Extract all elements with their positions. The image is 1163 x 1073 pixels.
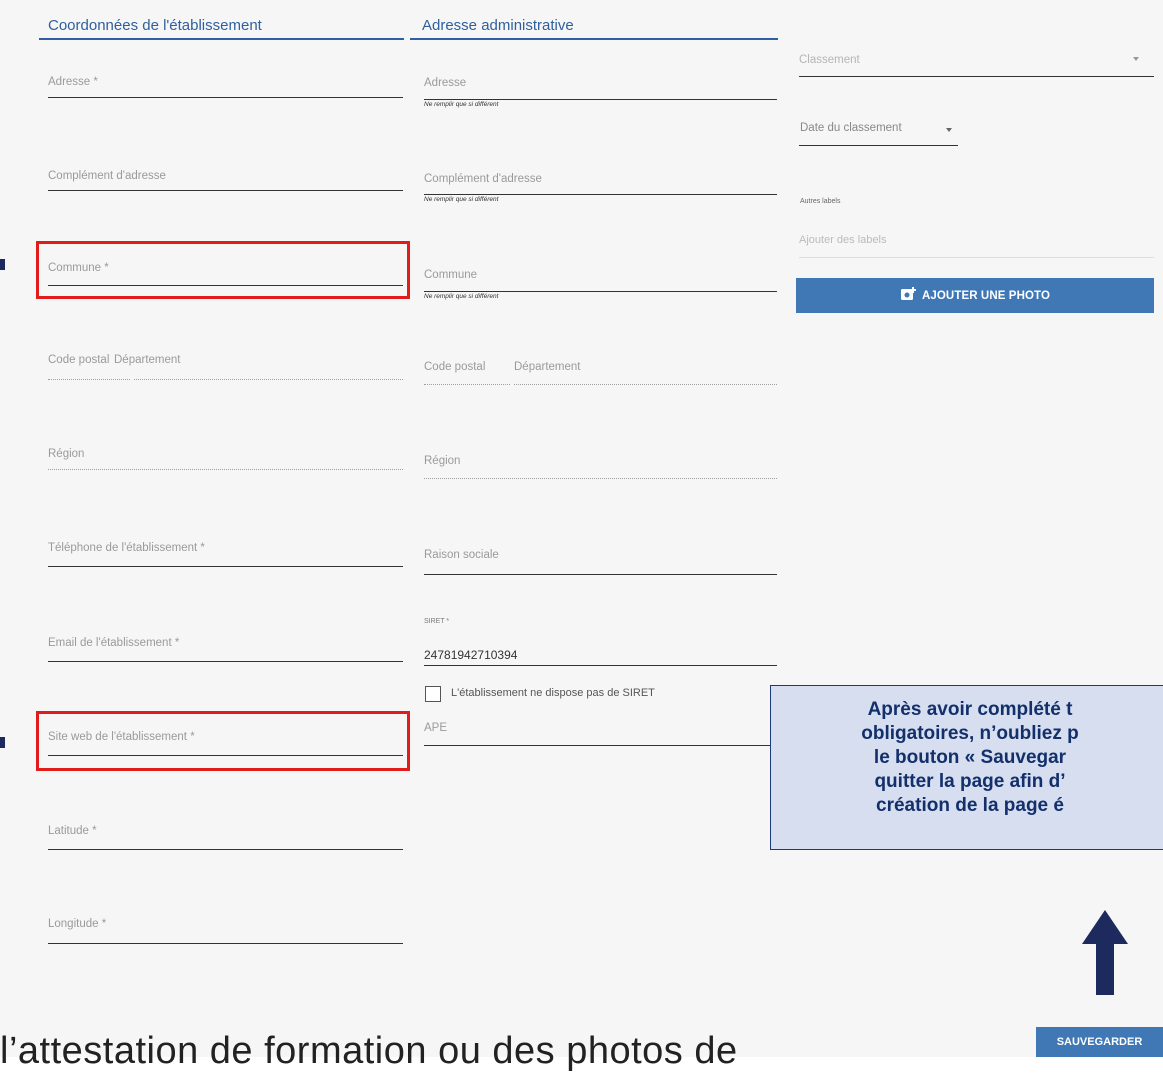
- site-web-label: Site web de l'établissement *: [48, 731, 195, 743]
- admin-region-underline: [424, 478, 777, 479]
- code-postal-label: Code postal: [48, 354, 110, 366]
- region-underline: [48, 469, 403, 470]
- site-web-field[interactable]: Site web de l'établissement *: [48, 722, 403, 758]
- save-button[interactable]: SAUVEGARDER: [1036, 1027, 1163, 1057]
- date-classement-underline: [799, 145, 958, 146]
- section-underline-etablissement: [39, 38, 404, 40]
- date-classement-label: Date du classement: [800, 122, 902, 134]
- admin-departement-underline: [514, 384, 777, 385]
- admin-region-field: Région: [424, 446, 777, 482]
- latitude-label: Latitude *: [48, 825, 97, 837]
- labels-placeholder: Ajouter des labels: [799, 234, 887, 246]
- date-chevron-down-icon: [946, 128, 952, 132]
- admin-adresse-underline: [424, 99, 777, 100]
- longitude-label: Longitude *: [48, 918, 107, 930]
- adresse-underline: [48, 97, 403, 98]
- callout-line-3: le bouton « Sauvegar: [873, 747, 1067, 768]
- ape-label: APE: [424, 722, 448, 734]
- no-siret-label: L'établissement ne dispose pas de SIRET: [451, 687, 655, 699]
- date-classement-select[interactable]: Date du classement: [799, 112, 959, 148]
- ape-underline: [424, 745, 770, 746]
- bottom-document-text: l’attestation de formation ou des photos…: [0, 1030, 738, 1072]
- section-title-etablissement: Coordonnées de l'établissement: [48, 17, 262, 34]
- admin-complement-field[interactable]: Complément d'adresse Ne remplir que si d…: [424, 164, 777, 210]
- code-postal-underline: [48, 379, 130, 380]
- email-label: Email de l'établissement *: [48, 637, 180, 649]
- callout-line-1: Après avoir complété t: [867, 699, 1073, 720]
- classement-select[interactable]: Classement: [799, 48, 1154, 78]
- latitude-field[interactable]: Latitude *: [48, 815, 403, 851]
- siret-label: SIRET *: [424, 618, 450, 625]
- raison-sociale-label: Raison sociale: [424, 549, 499, 561]
- admin-commune-hint: Ne remplir que si différent: [424, 293, 499, 300]
- telephone-field[interactable]: Téléphone de l'établissement *: [48, 533, 403, 569]
- commune-field[interactable]: Commune *: [48, 252, 403, 288]
- departement-underline: [134, 379, 403, 380]
- siret-field[interactable]: SIRET * 24781942710394: [424, 618, 777, 668]
- admin-commune-underline: [424, 291, 777, 292]
- admin-region-label: Région: [424, 455, 461, 467]
- labels-underline: [799, 257, 1154, 258]
- site-web-underline: [48, 755, 403, 756]
- autres-labels-title: Autres labels: [800, 198, 841, 205]
- commune-underline: [48, 285, 403, 286]
- adresse-field[interactable]: Adresse *: [48, 66, 403, 100]
- admin-code-postal-departement-row: Code postal Département: [424, 352, 777, 388]
- classement-underline: [799, 76, 1154, 77]
- classement-placeholder: Classement: [799, 54, 860, 66]
- admin-departement-label: Département: [514, 361, 581, 373]
- form-background: [0, 0, 1163, 1057]
- callout-line-5: création de la page é: [876, 795, 1064, 816]
- commune-label: Commune *: [48, 262, 109, 274]
- siret-value: 24781942710394: [424, 648, 518, 662]
- region-label: Région: [48, 448, 85, 460]
- latitude-underline: [48, 849, 403, 850]
- admin-commune-label: Commune: [424, 269, 478, 281]
- telephone-underline: [48, 566, 403, 567]
- email-underline: [48, 661, 403, 662]
- region-field: Région: [48, 440, 403, 474]
- email-field[interactable]: Email de l'établissement *: [48, 627, 403, 663]
- raison-sociale-field[interactable]: Raison sociale: [424, 540, 777, 576]
- add-photo-button[interactable]: AJOUTER UNE PHOTO: [796, 278, 1154, 313]
- admin-code-postal-underline: [424, 384, 510, 385]
- chevron-down-icon: [1133, 57, 1139, 61]
- complement-field[interactable]: Complément d'adresse: [48, 160, 403, 194]
- callout-line-4: quitter la page afin d’: [874, 771, 1066, 792]
- admin-complement-hint: Ne remplir que si différent: [424, 196, 499, 203]
- admin-commune-field[interactable]: Commune Ne remplir que si différent: [424, 260, 777, 306]
- raison-sociale-underline: [424, 574, 777, 575]
- ape-field[interactable]: APE: [424, 712, 770, 748]
- commune-marker: [0, 259, 5, 270]
- admin-adresse-field[interactable]: Adresse Ne remplir que si différent: [424, 68, 777, 114]
- no-siret-checkbox[interactable]: [425, 686, 441, 702]
- labels-input[interactable]: Ajouter des labels: [799, 228, 1154, 260]
- departement-label: Département: [114, 354, 181, 366]
- callout-line-2: obligatoires, n’oubliez p: [861, 723, 1079, 744]
- siret-underline: [424, 665, 777, 666]
- complement-underline: [48, 190, 403, 191]
- add-photo-label: AJOUTER UNE PHOTO: [921, 289, 1050, 302]
- longitude-underline: [48, 943, 403, 944]
- site-web-marker: [0, 737, 5, 748]
- admin-adresse-label: Adresse: [424, 77, 467, 89]
- telephone-label: Téléphone de l'établissement *: [48, 542, 205, 554]
- add-photo-icon: [900, 286, 916, 305]
- adresse-label: Adresse *: [48, 76, 98, 88]
- save-reminder-callout: Après avoir complété t obligatoires, n’o…: [770, 685, 1163, 850]
- admin-code-postal-label: Code postal: [424, 361, 486, 373]
- code-postal-departement-row: Code postal Département: [48, 345, 403, 381]
- section-title-admin: Adresse administrative: [422, 17, 574, 34]
- longitude-field[interactable]: Longitude *: [48, 908, 403, 944]
- admin-adresse-hint: Ne remplir que si différent: [424, 101, 499, 108]
- admin-complement-underline: [424, 194, 777, 195]
- complement-label: Complément d'adresse: [48, 170, 166, 182]
- admin-complement-label: Complément d'adresse: [424, 173, 542, 185]
- section-underline-admin: [410, 38, 778, 40]
- arrow-up-icon: [1082, 910, 1128, 995]
